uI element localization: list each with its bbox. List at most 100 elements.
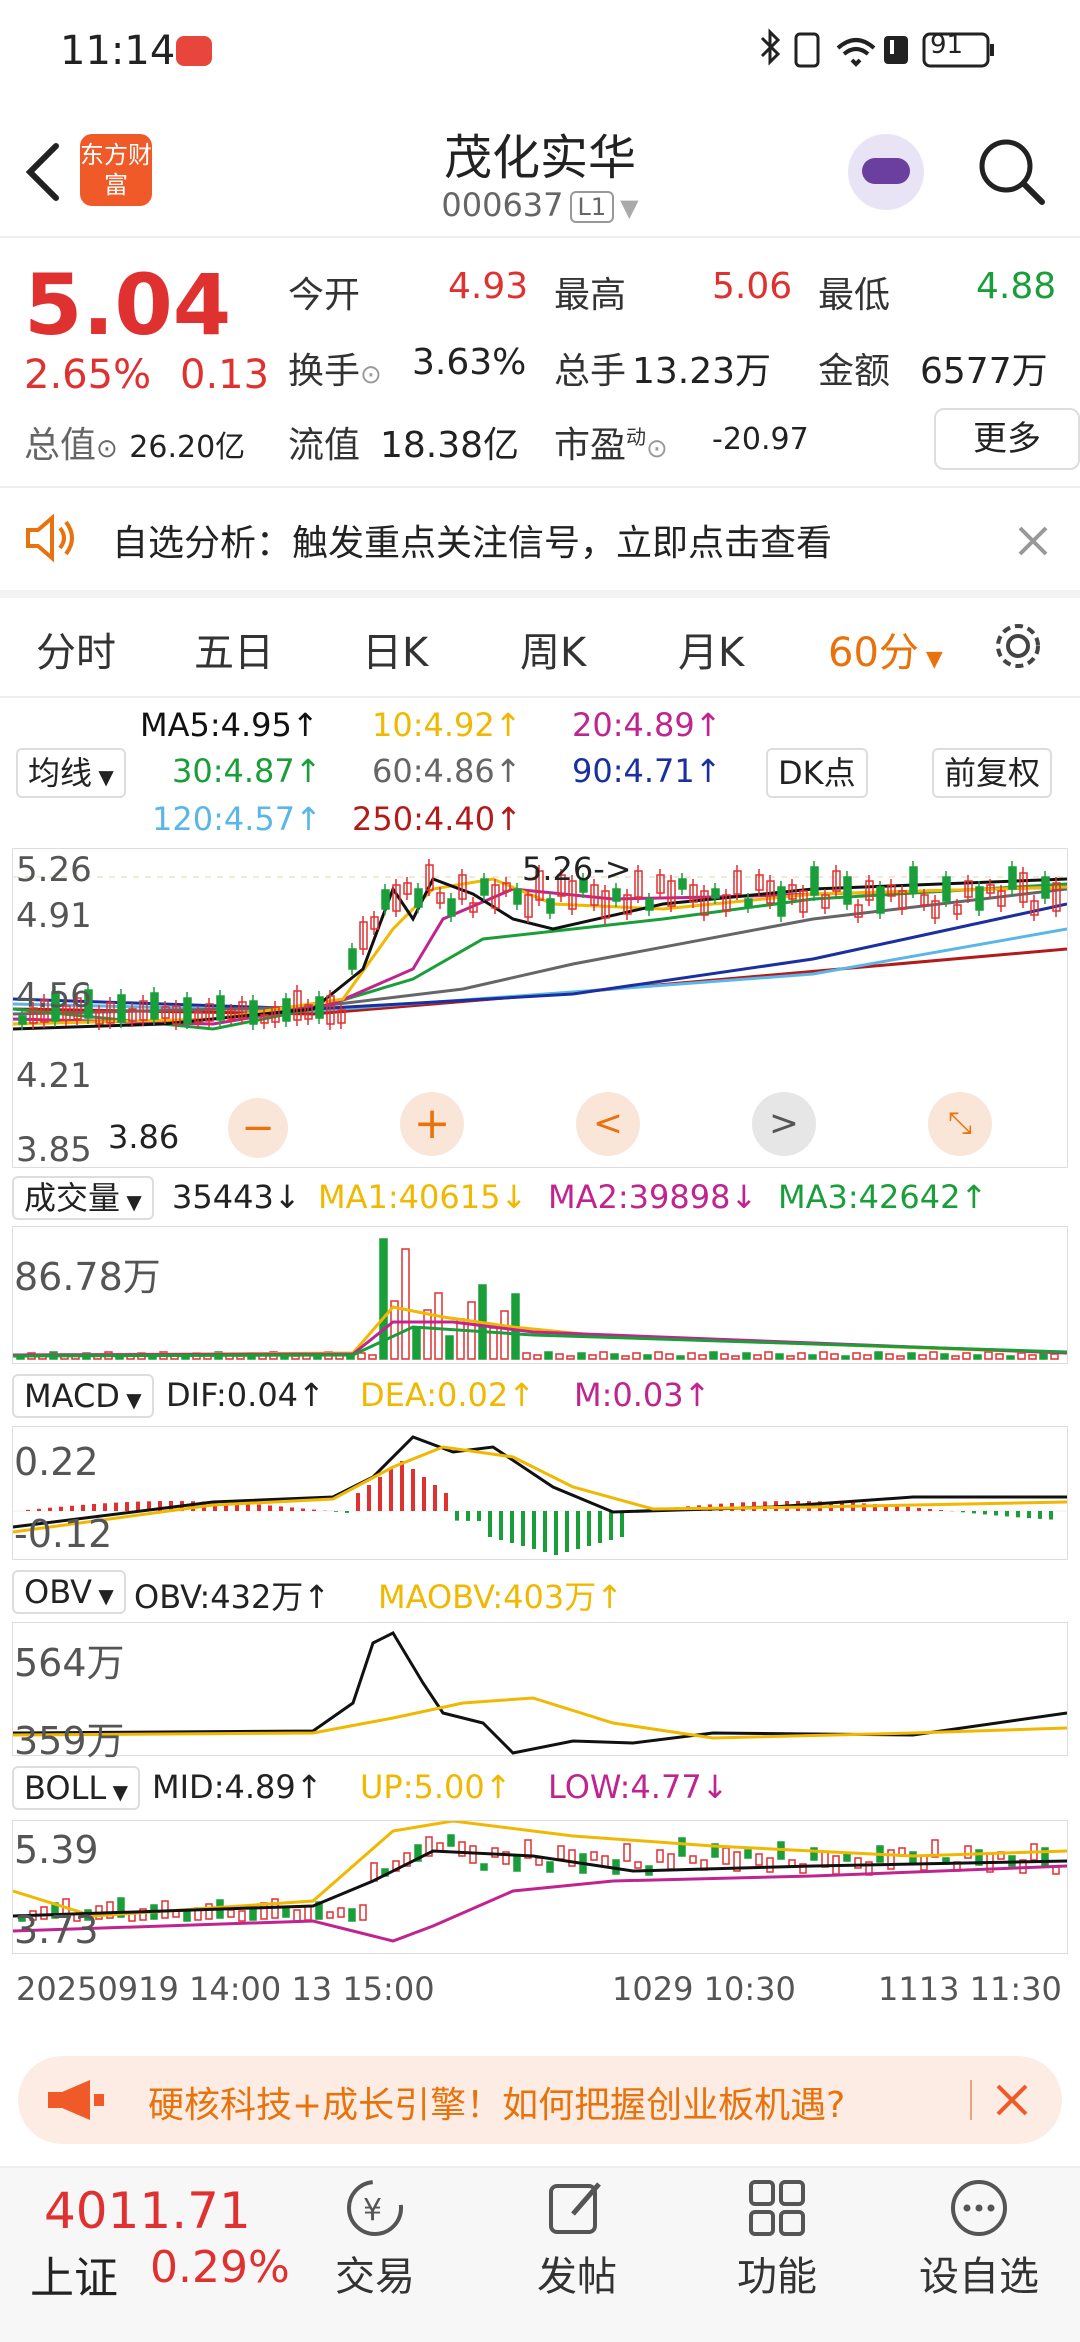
volume-bar: [852, 1352, 861, 1360]
index-change[interactable]: 0.29%: [150, 2242, 290, 2293]
grid-icon: [749, 2180, 805, 2236]
boll-candle: [755, 1853, 763, 1866]
boll-indicator-selector[interactable]: BOLL ▼: [12, 1766, 140, 1810]
status-bar: 11:14 91: [0, 0, 1080, 100]
boll-candle: [634, 1861, 642, 1869]
candle: [711, 888, 720, 899]
peak-label: 5.26->: [522, 850, 632, 888]
battery-level: 91: [930, 30, 964, 60]
banner-text: 硬核科技+成长引擎！如何把握创业板机遇?: [148, 2085, 846, 2126]
ma30-label: 30:4.87↑: [172, 752, 322, 790]
status-time: 11:14: [60, 28, 176, 74]
candle: [678, 878, 687, 890]
boll-mid-line: [12, 1849, 1068, 1918]
candle: [249, 1000, 258, 1025]
more-button[interactable]: 更多: [934, 408, 1080, 470]
candle: [447, 898, 456, 917]
boll-candle: [205, 1903, 213, 1920]
alert-bar[interactable]: 自选分析：触发重点关注信号，立即点击查看: [0, 488, 1080, 588]
volume-bar: [984, 1351, 993, 1360]
volume-bar: [940, 1353, 949, 1360]
high-label: 最高: [554, 275, 627, 316]
vibrate-icon: [794, 32, 820, 68]
speaker-icon: [26, 513, 74, 563]
volume-bar: [962, 1352, 971, 1360]
macd-dea-line: [12, 1445, 1068, 1534]
ma60-label: 60:4.86↑: [372, 752, 522, 790]
tab-monthly-k[interactable]: 月K: [678, 620, 744, 678]
search-icon[interactable]: [976, 136, 1046, 208]
volume-bar: [841, 1355, 850, 1360]
volume-bar: [764, 1351, 773, 1360]
volume-bar: [654, 1351, 663, 1360]
dropdown-icon[interactable]: ▼: [620, 194, 638, 222]
turnover-value: 3.63%: [412, 342, 527, 383]
scroll-left-button[interactable]: <: [576, 1092, 640, 1156]
ma20-label: 20:4.89↑: [572, 706, 722, 744]
ma-selector[interactable]: 均线 ▼: [16, 748, 126, 798]
volume-indicator-selector[interactable]: 成交量 ▼: [12, 1176, 154, 1220]
volume-bar: [610, 1353, 619, 1360]
index-name[interactable]: 上证: [30, 2242, 118, 2306]
tab-60min[interactable]: 60分 ▼: [828, 620, 943, 678]
stock-code: 000637: [441, 186, 564, 224]
macd-indicator-selector[interactable]: MACD ▼: [12, 1374, 154, 1418]
app-notification-icon: [176, 36, 212, 66]
nav-functions[interactable]: 功能: [712, 2176, 842, 2302]
boll-candle: [304, 1905, 312, 1921]
tab-weekly-k[interactable]: 周K: [520, 620, 586, 678]
svg-text:¥: ¥: [363, 2193, 382, 2228]
zoom-in-button[interactable]: +: [400, 1092, 464, 1156]
index-value[interactable]: 4011.71: [44, 2182, 251, 2240]
volume-svg: [12, 1238, 1068, 1360]
nav-trade[interactable]: ¥ 交易: [310, 2176, 440, 2302]
obv-indicator-selector[interactable]: OBV ▼: [12, 1570, 126, 1614]
boll-candle: [667, 1853, 675, 1870]
volume-bar: [599, 1351, 608, 1360]
y-label-bottom: 3.85: [16, 1130, 92, 1170]
candle: [348, 948, 357, 970]
obv-y-bottom: 359万: [14, 1719, 125, 1763]
boll-low: LOW:4.77↓: [548, 1768, 729, 1806]
trade-icon: ¥: [347, 2180, 403, 2236]
boll-candle: [293, 1909, 301, 1922]
adjust-button[interactable]: 前复权: [932, 748, 1053, 798]
macd-dif-line: [12, 1435, 1067, 1529]
zoom-out-button[interactable]: −: [228, 1098, 288, 1158]
dk-point-button[interactable]: DK点: [766, 748, 868, 798]
boll-y-top: 5.39: [14, 1828, 99, 1872]
y-label-4: 4.21: [16, 1056, 92, 1096]
volume-label: 总手: [554, 351, 627, 392]
tab-intraday[interactable]: 分时: [36, 620, 116, 678]
trough-label: 3.86: [108, 1118, 180, 1156]
volume-bar: [1028, 1354, 1037, 1360]
volume-bar: [357, 1352, 366, 1360]
tab-daily-k[interactable]: 日K: [362, 620, 428, 678]
boll-mid: MID:4.89↑: [152, 1768, 323, 1806]
boll-candle: [689, 1855, 697, 1864]
ma90-label: 90:4.71↑: [572, 752, 722, 790]
volume-bar: [555, 1353, 564, 1360]
nav-add-watchlist[interactable]: 设自选: [914, 2176, 1044, 2302]
obv-chart: [12, 1622, 1068, 1756]
bluetooth-icon: [760, 28, 781, 66]
tab-five-day[interactable]: 五日: [194, 620, 274, 678]
settings-gear-icon[interactable]: [990, 618, 1046, 674]
close-icon[interactable]: [1016, 524, 1050, 558]
volume-bar: [1050, 1353, 1059, 1360]
nav-post[interactable]: 发帖: [512, 2176, 642, 2302]
robot-avatar-icon[interactable]: [848, 134, 924, 210]
close-icon[interactable]: [994, 2082, 1030, 2118]
scroll-right-button[interactable]: >: [752, 1092, 816, 1156]
candle: [843, 876, 852, 905]
megaphone-icon: [48, 2080, 104, 2120]
fullscreen-expand-icon[interactable]: ⤡: [928, 1092, 992, 1156]
volume-bar: [665, 1353, 674, 1360]
promo-banner[interactable]: 硬核科技+成长引擎！如何把握创业板机遇?: [18, 2056, 1062, 2144]
open-value: 4.93: [448, 266, 529, 307]
candle: [18, 1015, 27, 1025]
boll-candle: [887, 1849, 895, 1870]
alert-text: 自选分析：触发重点关注信号，立即点击查看: [112, 523, 833, 564]
volume-bar: [808, 1354, 817, 1360]
macd-dif: DIF:0.04↑: [166, 1376, 325, 1414]
